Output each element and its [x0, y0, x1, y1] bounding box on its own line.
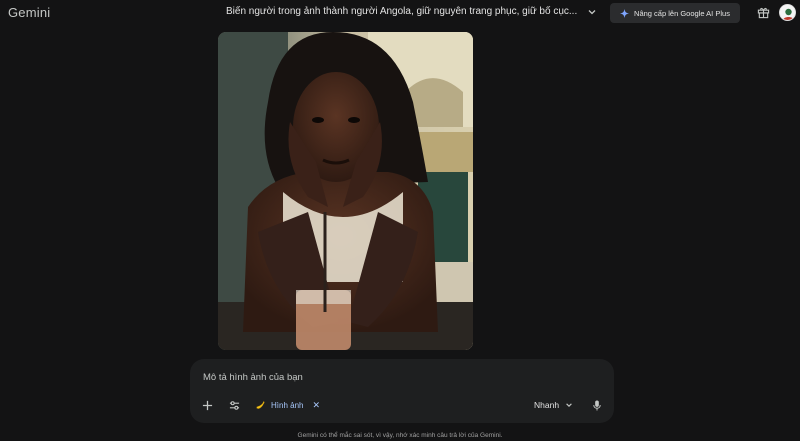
upgrade-label: Nâng cấp lên Google AI Plus: [634, 8, 730, 18]
model-label: Nhanh: [534, 400, 560, 410]
model-selector[interactable]: Nhanh: [534, 398, 573, 412]
microphone-button[interactable]: [590, 398, 604, 412]
chat-title-text: Biến người trong ảnh thành người Angola,…: [226, 6, 578, 17]
sparkle-icon: [620, 8, 630, 18]
disclaimer-text: Gemini có thể mắc sai sót, vì vậy, nhớ x…: [297, 432, 503, 439]
uploaded-image[interactable]: [218, 32, 473, 350]
chevron-down-icon: [588, 9, 596, 14]
close-icon[interactable]: ✕: [312, 400, 320, 411]
chevron-down-icon: [566, 403, 572, 407]
prompt-composer: Mô tả hình ảnh của bạn Hình ảnh ✕ Nhanh: [190, 359, 614, 423]
avatar-image: [780, 5, 795, 20]
image-tool-chip[interactable]: Hình ảnh ✕: [255, 398, 320, 412]
gemini-app: Gemini Biến người trong ảnh thành người …: [0, 0, 800, 441]
gift-icon[interactable]: [757, 6, 770, 19]
mic-icon: [593, 399, 601, 411]
prompt-input[interactable]: Mô tả hình ảnh của bạn: [203, 372, 303, 383]
banana-icon: [256, 400, 265, 409]
photo-illustration: [218, 32, 473, 350]
tools-button[interactable]: [227, 398, 241, 412]
app-logo[interactable]: Gemini: [8, 5, 50, 20]
plus-icon: [202, 400, 212, 410]
upgrade-button[interactable]: Nâng cấp lên Google AI Plus: [610, 3, 740, 23]
add-button[interactable]: [200, 398, 214, 412]
chat-title-dropdown[interactable]: Biến người trong ảnh thành người Angola,…: [226, 6, 597, 17]
account-avatar[interactable]: [779, 4, 796, 21]
tune-icon: [229, 400, 239, 410]
image-chip-label: Hình ảnh: [271, 400, 304, 410]
